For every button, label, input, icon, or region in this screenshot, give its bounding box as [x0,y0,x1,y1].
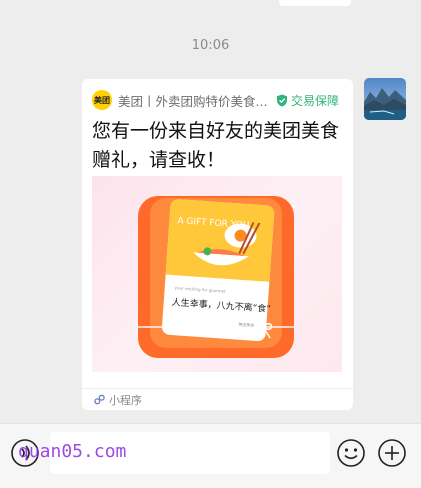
emoji-button[interactable] [336,438,366,468]
mini-program-card[interactable]: 美团 美团丨外卖团购特价美食... 交易保障 您有一份来自好友的美团美食赠礼，请… [82,79,353,410]
mini-program-icon [94,394,105,405]
message-timestamp: 10:06 [191,38,230,53]
gift-brand-mark: 美团美食 [238,321,254,328]
meituan-logo-icon: 美团 [92,90,112,110]
card-footer: 小程序 [82,388,353,411]
card-title: 您有一份来自好友的美团美食赠礼，请查收！ [92,120,340,171]
watermark-text: quan05.com [18,441,127,462]
trade-guarantee-label: 交易保障 [291,93,340,108]
shield-check-icon [277,94,287,106]
card-source-name: 美团丨外卖团购特价美食... [118,93,268,109]
trade-guarantee-badge: 交易保障 [276,92,339,109]
gift-preview-image[interactable]: A GIFT FOR YOU your exciting for gourmet… [92,176,342,372]
gift-note-card: A GIFT FOR YOU your exciting for gourmet… [161,199,275,342]
avatar[interactable] [364,78,406,120]
avatar-landscape-image [364,78,406,120]
gift-card-illustration: A GIFT FOR YOU your exciting for gourmet… [138,196,294,358]
card-header: 美团 美团丨外卖团购特价美食... 交易保障 [92,89,345,111]
previous-message-stub [279,0,351,6]
mini-program-label: 小程序 [109,394,142,407]
more-plus-button[interactable] [377,438,407,468]
